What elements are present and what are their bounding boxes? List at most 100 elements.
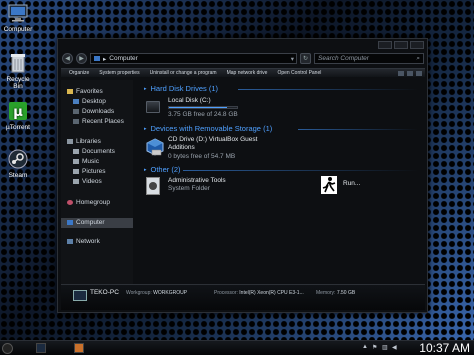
collapse-arrow-icon: ▸ (144, 85, 147, 92)
admin-tools-item[interactable]: Administrative Tools System Folder (144, 176, 254, 198)
window-controls (378, 41, 424, 49)
recent-places-icon (73, 119, 79, 124)
nav-label: Network (76, 238, 100, 245)
cd-drive-free-space: 0 bytes free of 54.7 MB (168, 153, 236, 160)
virtualbox-icon (146, 138, 164, 156)
music-icon (73, 159, 79, 164)
group-label: Devices with Removable Storage (1) (150, 124, 273, 133)
admin-tools-name: Administrative Tools (168, 177, 226, 184)
group-header-removable[interactable]: ▸ Devices with Removable Storage (1) (144, 124, 272, 133)
preview-pane-icon[interactable] (407, 70, 413, 76)
nav-label: Desktop (82, 98, 106, 105)
group-header-other[interactable]: ▸ Other (2) (144, 165, 181, 174)
desktop-icon-recycle-bin[interactable]: Recycle Bin (2, 52, 34, 90)
nav-music[interactable]: Music (73, 158, 99, 165)
back-button[interactable]: ◀ (62, 53, 73, 64)
nav-homegroup[interactable]: Homegroup (67, 199, 110, 206)
address-bar[interactable]: ▸ Computer ▾ (90, 53, 297, 64)
desktop-icon-utorrent[interactable]: µ µTorrent (2, 100, 34, 131)
maximize-button[interactable] (394, 41, 408, 49)
nav-label: Favorites (76, 88, 103, 95)
workgroup-info: Workgroup: WORKGROUP (126, 290, 187, 296)
nav-documents[interactable]: Documents (73, 148, 115, 155)
computer-icon (7, 2, 29, 24)
local-disk-item[interactable]: Local Disk (C:) 3.75 GB free of 24.8 GB (144, 97, 264, 121)
desktop-icon-steam[interactable]: Steam (2, 148, 34, 179)
search-input[interactable]: Search Computer ⌕ (314, 53, 424, 64)
documents-icon (73, 149, 79, 154)
svg-text:µ: µ (13, 105, 23, 120)
hard-drive-icon (146, 101, 160, 113)
group-divider (183, 170, 418, 171)
help-icon[interactable] (416, 70, 422, 76)
nav-label: Music (82, 158, 99, 165)
computer-small-icon (94, 56, 100, 61)
desktop-icon-label: Computer (3, 26, 33, 33)
open-control-panel-button[interactable]: Open Control Panel (277, 70, 321, 76)
nav-label: Documents (82, 148, 115, 155)
nav-network[interactable]: Network (67, 238, 100, 245)
refresh-button[interactable]: ↻ (300, 53, 311, 64)
taskbar-explorer-icon[interactable] (36, 343, 46, 353)
nav-videos[interactable]: Videos (73, 178, 102, 185)
taskbar-app-icon[interactable] (74, 343, 84, 353)
breadcrumb-separator: ▸ (103, 55, 107, 63)
tray-arrow-icon[interactable]: ▲ (362, 344, 368, 350)
tray-volume-icon[interactable]: ◀ (392, 344, 397, 351)
processor-info: Processor: Intel(R) Xeon(R) CPU E3-1... (214, 290, 304, 296)
map-network-drive-button[interactable]: Map network drive (227, 70, 268, 76)
tray-flag-icon[interactable]: ⚑ (372, 344, 377, 351)
nav-label: Videos (82, 178, 102, 185)
address-dropdown-icon[interactable]: ▾ (291, 55, 296, 63)
processor-label: Processor: (214, 290, 238, 296)
utorrent-icon: µ (7, 100, 29, 122)
nav-downloads[interactable]: Downloads (73, 108, 114, 115)
tray-network-icon[interactable]: ▥ (382, 344, 388, 351)
run-item[interactable]: Run... (321, 176, 381, 198)
nav-recent-places[interactable]: Recent Places (73, 118, 124, 125)
change-view-icon[interactable] (398, 70, 404, 76)
system-properties-button[interactable]: System properties (99, 70, 139, 76)
memory-label: Memory: (316, 290, 336, 296)
uninstall-program-button[interactable]: Uninstall or change a program (150, 70, 217, 76)
desktop-icon-computer[interactable]: Computer (2, 2, 34, 33)
navigation-pane: Favorites Desktop Downloads Recent Place… (61, 80, 133, 295)
group-header-hdd[interactable]: ▸ Hard Disk Drives (1) (144, 84, 218, 93)
organize-button[interactable]: Organize (69, 70, 89, 76)
content-pane: ▸ Hard Disk Drives (1) Local Disk (C:) 3… (138, 80, 425, 295)
drive-usage-fill (169, 107, 227, 108)
run-icon (321, 176, 337, 194)
desktop-icon-label: Steam (8, 172, 28, 179)
search-placeholder: Search Computer (318, 55, 369, 62)
address-row: ◀ ▶ ▸ Computer ▾ ↻ Search Computer ⌕ (62, 52, 424, 65)
nav-computer[interactable]: Computer (67, 219, 105, 226)
videos-icon (73, 179, 79, 184)
drive-name: Local Disk (C:) (168, 97, 211, 104)
view-controls (398, 70, 425, 76)
forward-button[interactable]: ▶ (76, 53, 87, 64)
group-label: Hard Disk Drives (1) (150, 84, 219, 93)
collapse-arrow-icon: ▸ (144, 125, 147, 132)
nav-favorites[interactable]: Favorites (67, 88, 103, 95)
cd-drive-item[interactable]: CD Drive (D:) VirtualBox Guest Additions… (144, 136, 294, 162)
command-bar: Organize System properties Uninstall or … (61, 68, 425, 77)
pictures-icon (73, 169, 79, 174)
pc-icon (73, 290, 87, 301)
workgroup-label: Workgroup: (126, 290, 152, 296)
start-button[interactable] (2, 343, 13, 354)
desktop-icon-label: Recycle Bin (6, 76, 30, 90)
explorer-window: ◀ ▶ ▸ Computer ▾ ↻ Search Computer ⌕ Org… (57, 38, 428, 313)
run-name: Run... (343, 180, 361, 187)
nav-libraries[interactable]: Libraries (67, 138, 101, 145)
nav-desktop[interactable]: Desktop (73, 98, 106, 105)
back-arrow-icon: ◀ (65, 56, 70, 62)
memory-info: Memory: 7.50 GB (316, 290, 355, 296)
steam-icon (7, 148, 29, 170)
nav-pictures[interactable]: Pictures (73, 168, 105, 175)
close-button[interactable] (410, 41, 424, 49)
taskbar-clock[interactable]: 10:37 AM (419, 341, 470, 355)
breadcrumb-computer[interactable]: Computer (109, 55, 138, 62)
minimize-button[interactable] (378, 41, 392, 49)
workgroup-value: WORKGROUP (153, 290, 188, 296)
network-icon (67, 239, 73, 244)
